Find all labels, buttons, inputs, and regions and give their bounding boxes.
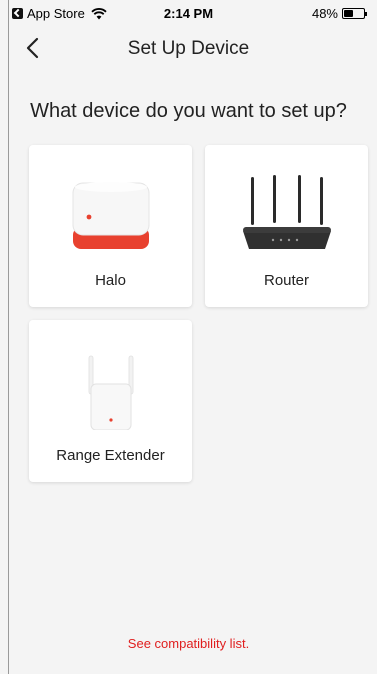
- page-title: Set Up Device: [127, 38, 250, 59]
- device-label: Range Extender: [56, 447, 165, 464]
- range-extender-icon: [29, 348, 192, 430]
- wifi-icon: [91, 7, 107, 19]
- compatibility-list-link[interactable]: See compatibility list.: [0, 636, 377, 651]
- device-label: Halo: [95, 272, 126, 289]
- router-icon: [205, 173, 368, 255]
- device-label: Router: [263, 272, 310, 289]
- device-card-halo[interactable]: Halo: [29, 145, 192, 307]
- device-card-router[interactable]: Router: [205, 145, 368, 307]
- nav-bar: Set Up Device: [0, 30, 377, 66]
- status-time: 2:14 PM: [163, 6, 214, 21]
- status-right: 48%: [311, 6, 367, 21]
- halo-device-icon: [29, 173, 192, 255]
- status-bar: App Store 2:14 PM 48%: [12, 6, 367, 24]
- battery-icon: [342, 8, 367, 19]
- back-to-app-label[interactable]: App Store: [27, 6, 85, 21]
- device-card-range-extender[interactable]: Range Extender: [29, 320, 192, 482]
- battery-percent: 48%: [311, 6, 338, 21]
- device-question: What device do you want to set up?: [30, 100, 347, 122]
- battery-fill: [344, 10, 354, 17]
- back-to-app-icon[interactable]: [12, 8, 23, 19]
- status-left: App Store: [12, 6, 107, 21]
